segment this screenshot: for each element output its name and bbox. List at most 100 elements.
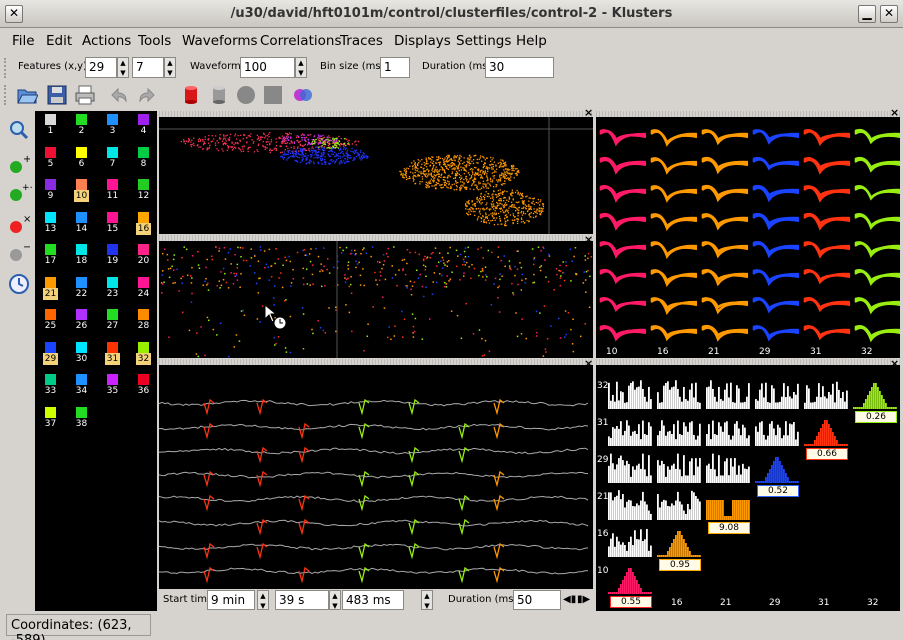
- waveforms-spinner[interactable]: ▲ ▼: [295, 57, 307, 78]
- waveform-view[interactable]: 10 16 21 29 31 32: [596, 117, 900, 358]
- feature-x-input[interactable]: 29: [85, 57, 117, 78]
- cluster-31[interactable]: 31: [97, 339, 128, 369]
- cluster-18[interactable]: 18: [66, 241, 97, 271]
- cluster-30[interactable]: 30: [66, 339, 97, 369]
- start-seconds-input[interactable]: 39 s: [275, 590, 329, 610]
- minimize-button[interactable]: ▁: [858, 5, 876, 23]
- cluster-time-view[interactable]: [159, 241, 593, 358]
- next-page-button[interactable]: ▮▶: [577, 591, 591, 609]
- feature-view[interactable]: [159, 117, 593, 234]
- red-cylinder-icon[interactable]: [180, 84, 202, 106]
- cluster-15[interactable]: 15: [97, 209, 128, 239]
- zoom-icon[interactable]: [8, 119, 30, 141]
- redo-icon[interactable]: [136, 84, 158, 106]
- menu-waveforms[interactable]: Waveforms: [182, 33, 258, 49]
- waveforms-count-input[interactable]: 100: [240, 57, 295, 78]
- cluster-36[interactable]: 36: [128, 371, 159, 401]
- undo-icon[interactable]: [108, 84, 130, 106]
- minutes-spinner[interactable]: ▲ ▼: [257, 590, 269, 610]
- add-cluster-icon[interactable]: +: [6, 155, 30, 175]
- duration-input[interactable]: 30: [485, 57, 554, 78]
- cluster-5[interactable]: 5: [35, 144, 66, 174]
- correlogram-view[interactable]: 3231292116101016212931320.260.660.529.08…: [596, 365, 900, 611]
- cluster-20[interactable]: 20: [128, 241, 159, 271]
- menu-edit[interactable]: Edit: [46, 33, 72, 49]
- feature-y-spinner[interactable]: ▲ ▼: [164, 57, 176, 78]
- square-icon[interactable]: [262, 84, 284, 106]
- toolbar-grip[interactable]: [4, 58, 9, 78]
- grey-cylinder-icon[interactable]: [208, 84, 230, 106]
- cluster-25[interactable]: 25: [35, 306, 66, 336]
- menu-settings[interactable]: Settings: [456, 33, 511, 49]
- menu-actions[interactable]: Actions: [82, 33, 131, 49]
- menu-correlations[interactable]: Correlations: [260, 33, 341, 49]
- menu-displays[interactable]: Displays: [394, 33, 451, 49]
- cluster-14[interactable]: 14: [66, 209, 97, 239]
- cluster-24[interactable]: 24: [128, 274, 159, 304]
- cluster-12[interactable]: 12: [128, 176, 159, 206]
- spike-point: [424, 265, 427, 268]
- cluster-22[interactable]: 22: [66, 274, 97, 304]
- spike-point: [553, 289, 555, 291]
- correlogram-bar: [889, 407, 891, 409]
- toolbar-grip[interactable]: [4, 85, 9, 105]
- feature-point: [497, 195, 499, 197]
- cluster-16[interactable]: 16: [128, 209, 159, 239]
- cluster-23[interactable]: 23: [97, 274, 128, 304]
- cluster-3[interactable]: 3: [97, 111, 128, 141]
- overlap-circles-icon[interactable]: [292, 84, 314, 106]
- feature-y-input[interactable]: 7: [132, 57, 164, 78]
- cluster-27[interactable]: 27: [97, 306, 128, 336]
- feature-point: [443, 162, 445, 164]
- feature-point: [482, 185, 484, 187]
- ms-spinner[interactable]: ▲ ▼: [421, 590, 433, 610]
- cluster-21[interactable]: 21: [35, 274, 66, 304]
- menu-tools[interactable]: Tools: [138, 33, 171, 49]
- cluster-9[interactable]: 9: [35, 176, 66, 206]
- cluster-7[interactable]: 7: [97, 144, 128, 174]
- binsize-input[interactable]: 1: [380, 57, 410, 78]
- cluster-6[interactable]: 6: [66, 144, 97, 174]
- start-minutes-input[interactable]: 9 min: [207, 590, 255, 610]
- cluster-13[interactable]: 13: [35, 209, 66, 239]
- start-ms-input[interactable]: 483 ms: [342, 590, 404, 610]
- previous-page-button[interactable]: ◀▮: [563, 591, 577, 609]
- trace-duration-input[interactable]: 50: [513, 590, 561, 610]
- feature-point: [477, 188, 479, 191]
- open-folder-icon[interactable]: [16, 84, 38, 106]
- cluster-1[interactable]: 1: [35, 111, 66, 141]
- cluster-33[interactable]: 33: [35, 371, 66, 401]
- seconds-spinner[interactable]: ▲ ▼: [329, 590, 341, 610]
- trace-view[interactable]: [159, 365, 593, 589]
- delete-cluster-icon[interactable]: ×: [6, 215, 30, 235]
- feature-x-spinner[interactable]: ▲ ▼: [117, 57, 129, 78]
- cluster-11[interactable]: 11: [97, 176, 128, 206]
- spike-point: [562, 271, 565, 274]
- delete-noise-icon[interactable]: −: [6, 243, 30, 263]
- clock-icon[interactable]: [8, 273, 30, 295]
- cluster-38[interactable]: 38: [66, 404, 97, 434]
- circle-icon[interactable]: [235, 84, 257, 106]
- cluster-34[interactable]: 34: [66, 371, 97, 401]
- cluster-29[interactable]: 29: [35, 339, 66, 369]
- cluster-10[interactable]: 10: [66, 176, 97, 206]
- feature-point: [455, 175, 457, 177]
- cluster-28[interactable]: 28: [128, 306, 159, 336]
- add-multi-cluster-icon[interactable]: ++: [6, 183, 32, 203]
- menu-traces[interactable]: Traces: [340, 33, 383, 49]
- cluster-32[interactable]: 32: [128, 339, 159, 369]
- cluster-26[interactable]: 26: [66, 306, 97, 336]
- cluster-4[interactable]: 4: [128, 111, 159, 141]
- cluster-35[interactable]: 35: [97, 371, 128, 401]
- cluster-19[interactable]: 19: [97, 241, 128, 271]
- menu-help[interactable]: Help: [516, 33, 547, 49]
- menu-file[interactable]: File: [12, 33, 35, 49]
- cluster-2[interactable]: 2: [66, 111, 97, 141]
- cluster-8[interactable]: 8: [128, 144, 159, 174]
- save-icon[interactable]: [46, 84, 68, 106]
- cluster-17[interactable]: 17: [35, 241, 66, 271]
- cluster-37[interactable]: 37: [35, 404, 66, 434]
- correlogram-bar: [887, 407, 889, 409]
- close-button[interactable]: ✕: [880, 5, 898, 23]
- print-icon[interactable]: [74, 84, 96, 106]
